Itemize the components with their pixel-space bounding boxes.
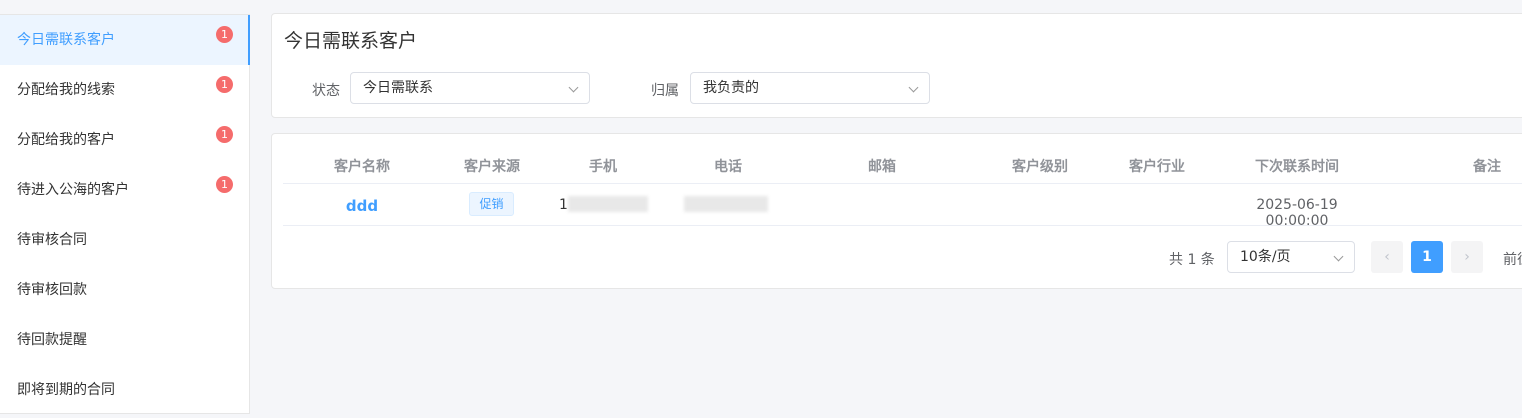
- count-badge: 1: [216, 126, 233, 143]
- sidebar-item-assigned-customers[interactable]: 分配给我的客户 1: [0, 115, 249, 165]
- next-page-button[interactable]: ›: [1451, 241, 1483, 273]
- pagination-total: 共 1 条: [1169, 252, 1215, 268]
- owner-select-value: 我负责的: [703, 80, 759, 96]
- sidebar-item-payment-reminder[interactable]: 待回款提醒: [0, 315, 249, 365]
- sidebar-item-label: 分配给我的客户: [17, 132, 115, 148]
- page-number-button[interactable]: 1: [1411, 241, 1443, 273]
- status-select-value: 今日需联系: [363, 80, 433, 96]
- column-header[interactable]: 手机: [553, 156, 653, 176]
- row-divider: [283, 225, 1522, 226]
- prev-page-button[interactable]: ‹: [1371, 241, 1403, 273]
- chevron-down-icon: [1333, 251, 1344, 262]
- column-header[interactable]: 客户行业: [1107, 156, 1207, 176]
- sidebar-item-today-contact[interactable]: 今日需联系客户 1: [0, 15, 250, 65]
- status-select[interactable]: 今日需联系: [350, 72, 590, 104]
- sidebar-item-label: 分配给我的线索: [17, 82, 115, 98]
- sidebar-item-payment-review[interactable]: 待审核回款: [0, 265, 249, 315]
- sidebar: 今日需联系客户 1 分配给我的线索 1 分配给我的客户 1 待进入公海的客户 1…: [0, 14, 250, 414]
- header-divider: [283, 183, 1522, 184]
- column-header[interactable]: 客户名称: [312, 156, 412, 176]
- redacted-phone: [684, 196, 768, 212]
- status-label: 状态: [312, 83, 340, 99]
- sidebar-item-label: 即将到期的合同: [17, 382, 115, 398]
- sidebar-item-label: 今日需联系客户: [17, 32, 115, 48]
- sidebar-item-pending-pool[interactable]: 待进入公海的客户 1: [0, 165, 249, 215]
- redacted-mobile: [568, 196, 648, 212]
- column-header[interactable]: 备注: [1437, 156, 1522, 176]
- column-header[interactable]: 电话: [678, 156, 778, 176]
- count-badge: 1: [216, 176, 233, 193]
- sidebar-item-contract-review[interactable]: 待审核合同: [0, 215, 249, 265]
- page-size-value: 10条/页: [1240, 249, 1291, 265]
- page-title: 今日需联系客户: [284, 30, 418, 52]
- sidebar-item-label: 待回款提醒: [17, 332, 87, 348]
- source-tag: 促销: [469, 192, 514, 216]
- column-header[interactable]: 下次联系时间: [1237, 156, 1357, 176]
- customer-table-panel: 客户名称 客户来源 手机 电话 邮箱 客户级别 客户行业 下次联系时间 备注 d…: [271, 133, 1522, 289]
- sidebar-item-label: 待进入公海的客户: [17, 182, 129, 198]
- count-badge: 1: [216, 76, 233, 93]
- chevron-down-icon: [568, 82, 579, 93]
- column-header[interactable]: 客户来源: [442, 156, 542, 176]
- sidebar-item-expiring-contracts[interactable]: 即将到期的合同: [0, 365, 249, 415]
- page-size-select[interactable]: 10条/页: [1227, 241, 1355, 273]
- count-badge: 1: [216, 26, 233, 43]
- column-header[interactable]: 客户级别: [990, 156, 1090, 176]
- chevron-down-icon: [908, 82, 919, 93]
- owner-select[interactable]: 我负责的: [690, 72, 930, 104]
- customer-name-link[interactable]: ddd: [312, 197, 412, 215]
- owner-label: 归属: [651, 83, 679, 99]
- column-header[interactable]: 邮箱: [832, 156, 932, 176]
- sidebar-item-label: 待审核回款: [17, 282, 87, 298]
- sidebar-item-label: 待审核合同: [17, 232, 87, 248]
- page-jumper-label: 前往: [1503, 252, 1522, 268]
- filter-panel: 今日需联系客户 状态 今日需联系 归属 我负责的: [271, 13, 1522, 118]
- sidebar-item-assigned-leads[interactable]: 分配给我的线索 1: [0, 65, 249, 115]
